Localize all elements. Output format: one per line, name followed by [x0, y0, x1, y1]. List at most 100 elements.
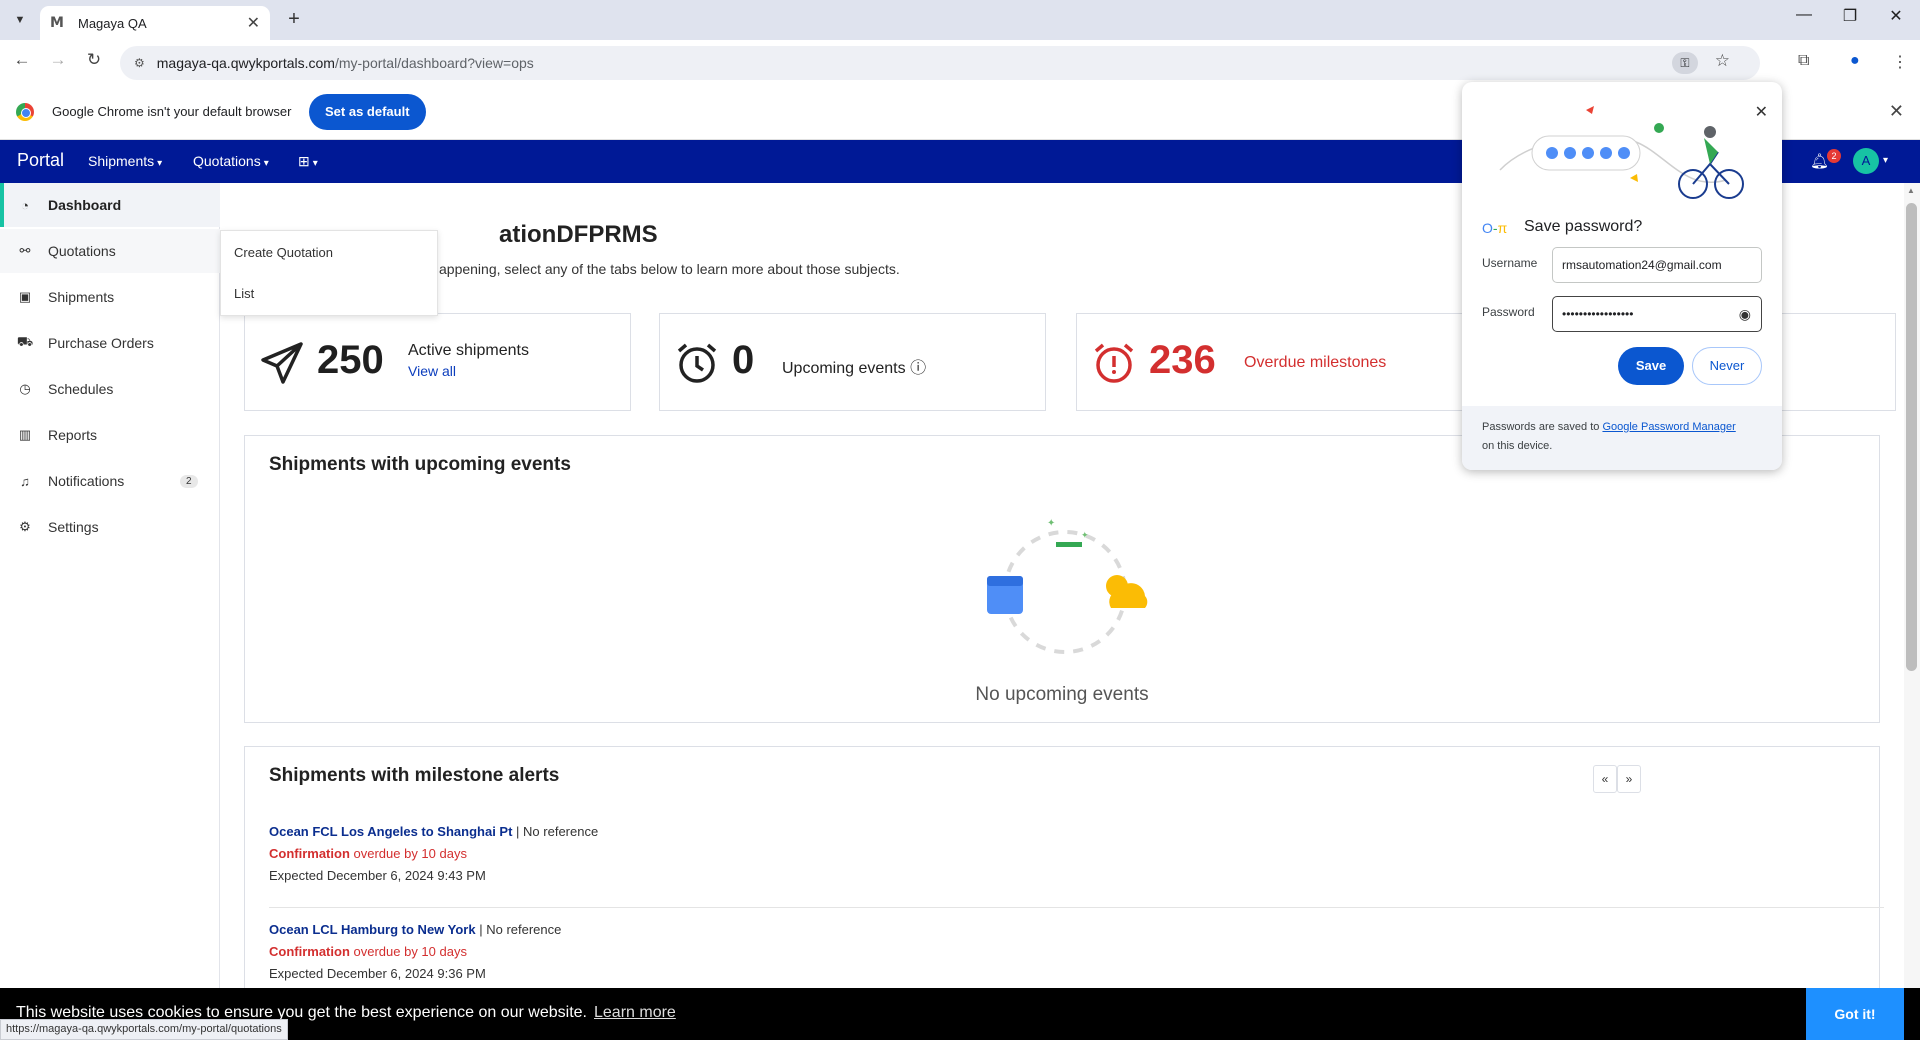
tab-title: Magaya QA — [78, 15, 147, 31]
window-close-button[interactable]: ✕ — [1876, 6, 1916, 26]
clock-icon: ◷ — [19, 381, 31, 396]
paper-plane-icon — [261, 342, 303, 384]
footer-text: Passwords are saved to — [1482, 421, 1603, 433]
view-all-link[interactable]: View all — [408, 363, 456, 379]
username-field[interactable]: rmsautomation24@gmail.com — [1552, 247, 1762, 283]
alarm-clock-icon — [677, 343, 717, 383]
chevron-down-icon: ▾ — [312, 158, 318, 169]
sidebar-item-schedules[interactable]: ◷ Schedules — [0, 367, 220, 411]
sidebar-item-dashboard[interactable]: ◔ Dashboard — [0, 183, 220, 227]
page-subtitle: appening, select any of the tabs below t… — [439, 261, 900, 277]
profile-icon[interactable]: ● — [1850, 52, 1860, 70]
password-key-icon[interactable]: ⚿ — [1672, 52, 1698, 74]
password-label: Password — [1482, 305, 1535, 319]
browser-tab[interactable]: M Magaya QA ✕ — [40, 6, 270, 40]
learn-more-link[interactable]: Learn more — [594, 1004, 676, 1022]
never-button[interactable]: Never — [1692, 347, 1762, 385]
chevron-down-icon: ▾ — [263, 158, 269, 169]
sidebar-item-label: Dashboard — [48, 197, 122, 213]
stat-label: Upcoming events ⓘ — [782, 360, 927, 377]
divider — [269, 907, 1884, 908]
new-tab-button[interactable]: + — [282, 8, 306, 31]
sidebar-item-notifications[interactable]: ♫ Notifications 2 — [0, 459, 220, 503]
avatar[interactable]: A — [1853, 148, 1879, 174]
sidebar-item-quotations[interactable]: ⚯ Quotations — [0, 229, 220, 273]
milestone-name: Confirmation — [269, 846, 350, 861]
tab-search-button[interactable]: ▼ — [8, 8, 32, 32]
reload-button[interactable]: ↻ — [82, 50, 106, 74]
browser-toolbar: ← → ↻ ⚙ magaya-qa.qwykportals.com/my-por… — [0, 40, 1920, 84]
chevron-down-icon[interactable]: ▾ — [1883, 155, 1888, 166]
info-icon[interactable]: ⓘ — [910, 360, 926, 377]
password-manager-link[interactable]: Google Password Manager — [1602, 421, 1735, 433]
pager-prev-button[interactable]: « — [1593, 765, 1617, 793]
svg-text:✦: ✦ — [1081, 531, 1089, 541]
stat-value: 236 — [1149, 338, 1216, 382]
sidebar-item-label: Purchase Orders — [48, 335, 154, 351]
menu-item-create-quotation[interactable]: Create Quotation — [234, 245, 333, 260]
dialog-close-icon[interactable]: ✕ — [1755, 102, 1768, 122]
sidebar-item-label: Settings — [48, 519, 99, 535]
password-value: ••••••••••••••••• — [1562, 307, 1634, 321]
status-bar-url: https://magaya-qa.qwykportals.com/my-por… — [0, 1019, 288, 1040]
sidebar-item-reports[interactable]: ▥ Reports — [0, 413, 220, 457]
panel-title: Shipments with upcoming events — [269, 454, 571, 475]
shipment-link[interactable]: Ocean FCL Los Angeles to Shanghai Pt — [269, 824, 512, 839]
upcoming-events-panel: Shipments with upcoming events ✦ ✦ No up… — [244, 435, 1880, 723]
sidebar-item-label: Reports — [48, 427, 98, 443]
shipment-link[interactable]: Ocean LCL Hamburg to New York — [269, 922, 476, 937]
extensions-icon[interactable]: ⧉ — [1798, 52, 1809, 70]
bookmark-star-icon[interactable]: ☆ — [1715, 51, 1730, 71]
infobar-close-icon[interactable]: ✕ — [1889, 101, 1904, 122]
alert-item: Ocean FCL Los Angeles to Shanghai Pt | N… — [269, 821, 598, 887]
chart-icon: ▥ — [18, 427, 32, 442]
cart-icon: ⛟ — [16, 334, 34, 349]
scroll-up-arrow-icon[interactable]: ▲ — [1907, 186, 1915, 195]
notifications-count-badge: 2 — [180, 474, 198, 488]
password-field[interactable]: ••••••••••••••••• ◉ — [1552, 296, 1762, 332]
menu-shipments[interactable]: Shipments ▾ — [88, 153, 162, 169]
infobar-message: Google Chrome isn't your default browser — [52, 104, 292, 119]
sidebar-item-label: Schedules — [48, 381, 114, 397]
milestone-alerts-panel: Shipments with milestone alerts « » Ocea… — [244, 746, 1884, 988]
chrome-logo-icon — [16, 103, 34, 121]
menu-item-list[interactable]: List — [234, 286, 254, 301]
save-button[interactable]: Save — [1618, 347, 1684, 385]
site-info-icon[interactable]: ⚙ — [134, 56, 145, 70]
restore-button[interactable]: ❐ — [1830, 6, 1870, 26]
got-it-button[interactable]: Got it! — [1806, 988, 1904, 1040]
set-default-button[interactable]: Set as default — [309, 94, 426, 130]
sidebar-item-settings[interactable]: ⚙ Settings — [0, 505, 220, 549]
sidebar-item-label: Shipments — [48, 289, 115, 305]
reference-text: | No reference — [475, 922, 562, 937]
menu-add[interactable]: ⊞ ▾ — [298, 153, 318, 170]
quotations-dropdown-menu: Create Quotation List — [220, 230, 438, 316]
sidebar-item-shipments[interactable]: ▣ Shipments — [0, 275, 220, 319]
sidebar-item-purchase-orders[interactable]: ⛟ Purchase Orders — [0, 321, 220, 365]
menu-quotations[interactable]: Quotations ▾ — [193, 153, 269, 169]
milestone-name: Confirmation — [269, 944, 350, 959]
gear-icon: ⚙ — [19, 519, 31, 534]
back-button[interactable]: ← — [10, 50, 34, 74]
shipments-icon: ▣ — [18, 289, 32, 304]
panel-title: Shipments with milestone alerts — [269, 765, 560, 786]
sidebar-item-label: Notifications — [48, 473, 125, 489]
menu-kebab-icon[interactable]: ⋮ — [1892, 52, 1908, 72]
minimize-button[interactable]: — — [1784, 6, 1824, 24]
eye-icon[interactable]: ◉ — [1739, 297, 1751, 331]
expected-date: Expected December 6, 2024 9:36 PM — [269, 966, 486, 981]
stat-card-active-shipments: 250 Active shipments View all — [244, 313, 631, 411]
pager-next-button[interactable]: » — [1617, 765, 1641, 793]
dialog-footer: Passwords are saved to Google Password M… — [1462, 406, 1782, 470]
scrollbar-thumb[interactable] — [1906, 203, 1917, 671]
address-bar[interactable]: ⚙ magaya-qa.qwykportals.com/my-portal/da… — [120, 46, 1760, 80]
password-illustration — [1499, 106, 1744, 199]
tab-close-icon[interactable]: ✕ — [247, 13, 260, 33]
brand-logo[interactable]: Portal — [17, 150, 64, 171]
alarm-alert-icon — [1094, 343, 1134, 383]
forward-button[interactable]: → — [46, 50, 70, 74]
sidebar: ◔ Dashboard ⚯ Quotations ▣ Shipments ⛟ P… — [0, 183, 220, 988]
cookie-banner: This website uses cookies to ensure you … — [0, 988, 1920, 1040]
plus-square-icon: ⊞ — [298, 153, 310, 169]
svg-text:✦: ✦ — [1047, 518, 1055, 529]
